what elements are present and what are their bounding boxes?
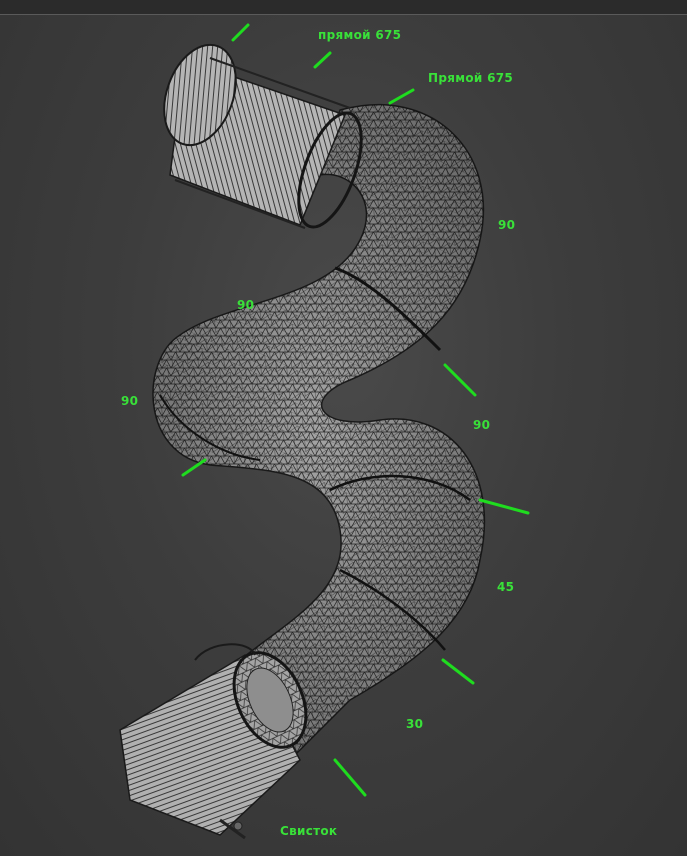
- label-bend-left: 90: [121, 394, 139, 408]
- marker-line: [441, 658, 475, 685]
- label-bend-right-upper: 90: [498, 218, 516, 232]
- marker-line: [388, 88, 415, 105]
- marker-line: [333, 758, 367, 797]
- label-straight-top-2: Прямой 675: [428, 71, 514, 85]
- label-bend-30: 30: [406, 717, 424, 731]
- marker-line: [478, 498, 530, 515]
- pipe-wireframe-model[interactable]: [0, 15, 687, 856]
- label-bend-left-top: 90: [237, 298, 255, 312]
- pipe-whistle-end[interactable]: [119, 641, 320, 840]
- label-straight-top-1: прямой 675: [318, 28, 402, 42]
- marker-line: [313, 51, 332, 69]
- marker-line: [231, 23, 250, 42]
- marker-line: [443, 363, 477, 397]
- label-bend-right-mid: 90: [473, 418, 491, 432]
- 3d-viewport[interactable]: прямой 675 Прямой 675 90 90 90 90 45 30 …: [0, 15, 687, 856]
- label-whistle: Свисток: [280, 824, 338, 838]
- viewport-top-border: [0, 0, 687, 15]
- marker-line: [181, 458, 207, 477]
- label-bend-45: 45: [497, 580, 515, 594]
